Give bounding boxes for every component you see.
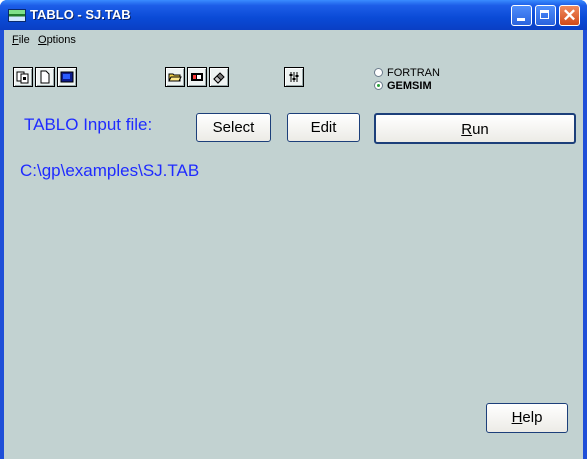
eraser-button[interactable] — [209, 67, 229, 87]
edit-button-label: Edit — [310, 119, 337, 136]
fortran-label: FORTRAN — [387, 67, 440, 79]
menu-file-accel: F — [12, 34, 19, 46]
help-button-label: Help — [512, 404, 543, 432]
app-icon — [8, 9, 26, 22]
client-area: File Options FORTRAN GEMSIM TABLO Input … — [4, 30, 583, 459]
input-file-path: C:\gp\examples\SJ.TAB — [20, 161, 200, 180]
title-bar[interactable]: TABLO - SJ.TAB ✕ — [0, 0, 587, 30]
copy-files-button[interactable] — [13, 67, 33, 87]
tablo-input-label: TABLO Input file: — [24, 115, 153, 134]
select-button[interactable]: Select — [196, 113, 271, 142]
close-icon: ✕ — [562, 6, 577, 25]
run-rest: un — [472, 121, 489, 138]
menu-options-label: ptions — [46, 34, 76, 46]
maximize-icon — [540, 10, 549, 19]
run-accel: R — [461, 121, 473, 138]
help-accel: H — [511, 409, 523, 426]
open-folder-icon — [168, 73, 182, 82]
settings-sliders-button[interactable] — [284, 67, 304, 87]
screen-button[interactable] — [57, 67, 77, 87]
run-button-label: Run — [461, 115, 489, 144]
gemsim-label: GEMSIM — [387, 80, 432, 92]
card-button[interactable] — [187, 67, 207, 87]
edit-button[interactable]: Edit — [287, 113, 360, 142]
menu-options[interactable]: Options — [38, 34, 76, 46]
menu-file[interactable]: File — [12, 34, 30, 46]
minimize-icon — [517, 18, 525, 21]
fortran-radio-button[interactable] — [374, 68, 383, 77]
copy-files-icon — [16, 71, 29, 84]
new-file-button[interactable] — [35, 67, 55, 87]
close-button[interactable]: ✕ — [559, 5, 580, 26]
select-button-label: Select — [212, 119, 255, 136]
eraser-icon — [213, 72, 225, 84]
card-icon — [191, 73, 203, 81]
menu-file-label: ile — [18, 34, 30, 46]
menu-bar: File Options — [4, 30, 583, 50]
settings-sliders-icon — [289, 72, 299, 82]
help-button[interactable]: Help — [486, 403, 568, 433]
run-button[interactable]: Run — [374, 113, 576, 144]
tablo-window: TABLO - SJ.TAB ✕ File Options FORTRAN GE… — [0, 0, 587, 459]
maximize-button[interactable] — [535, 5, 556, 26]
new-file-icon — [40, 70, 50, 84]
minimize-button[interactable] — [511, 5, 532, 26]
screen-icon — [60, 71, 74, 83]
window-title: TABLO - SJ.TAB — [30, 7, 131, 22]
menu-options-accel: O — [38, 34, 47, 46]
help-rest: elp — [522, 409, 543, 426]
open-folder-button[interactable] — [165, 67, 185, 87]
gemsim-radio-button[interactable] — [374, 81, 383, 90]
